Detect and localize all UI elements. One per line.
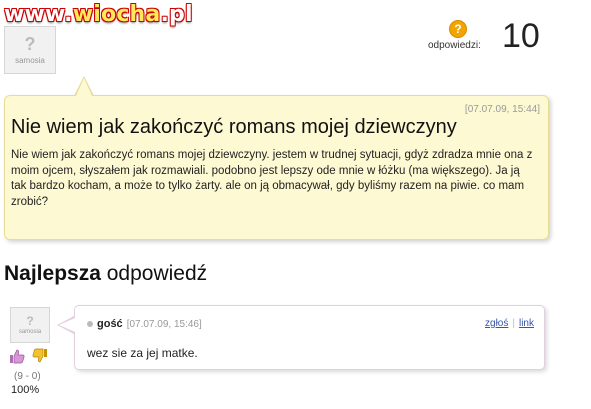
question-date: [07.07.09, 15:44] [464,104,540,115]
best-answer-heading: Najlepsza odpowiedź [4,262,207,286]
question-bubble: [07.07.09, 15:44] Nie wiem jak zakończyć… [4,95,549,240]
answer-bubble-tail-fill [59,318,75,332]
answer-header: gość [07.07.09, 15:46] [87,318,202,330]
answer-bubble: gość [07.07.09, 15:46] zgłoś | link wez sie… [74,305,545,370]
watermark-name: wiocha [72,2,161,27]
best-answer-heading-rest: odpowiedź [100,262,208,285]
status-dot-icon [87,321,93,328]
question-body: Nie wiem jak zakończyć romans mojej dzie… [11,149,533,208]
avatar-logo-text: samosia [15,56,45,65]
answer-text: wez sie za jej matke. [87,346,198,360]
answer-links: zgłoś | link [485,318,534,329]
link-separator: | [512,318,515,329]
question-title: Nie wiem jak zakończyć romans mojej dzie… [11,116,457,138]
avatar-placeholder-icon: ? [24,34,36,54]
thumb-up-icon[interactable] [9,348,25,364]
answers-count: 10 [502,17,540,55]
vote-score: (9 - 0) [14,371,41,382]
question-icon: ? [449,20,467,38]
avatar-logo-text: samosia [18,329,42,335]
question-avatar[interactable]: ? samosia [4,26,56,74]
site-watermark: www.wiocha.pl [4,2,193,27]
thumb-down-icon[interactable] [32,348,48,364]
report-link[interactable]: zgłoś [485,318,508,329]
answer-author[interactable]: gość [97,318,123,330]
answers-label: odpowiedzi: [428,40,481,51]
avatar-placeholder-icon: ? [26,314,34,328]
watermark-prefix: www. [4,2,73,27]
answer-avatar[interactable]: ? samosia [10,307,50,343]
answer-date: [07.07.09, 15:46] [126,319,202,330]
best-answer-heading-bold: Najlepsza [4,262,101,285]
vote-percent: 100% [11,384,40,396]
permalink[interactable]: link [519,318,534,329]
watermark-suffix: .pl [160,2,193,27]
question-bubble-tail-fill [76,78,92,96]
